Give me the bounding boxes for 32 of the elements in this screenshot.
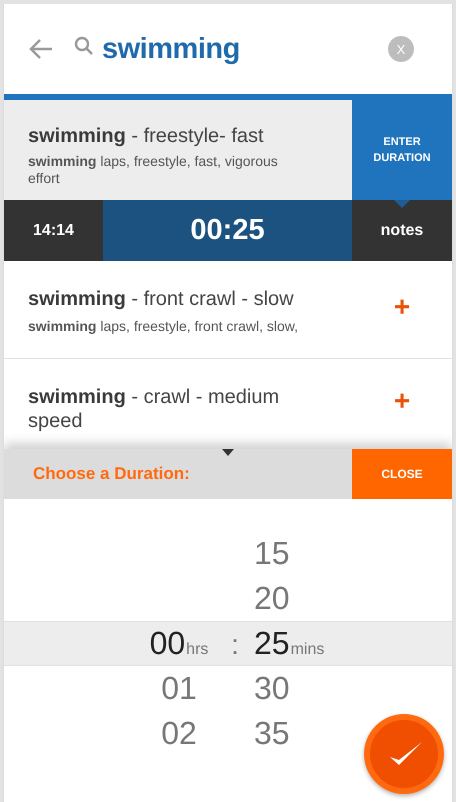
separator: :	[231, 629, 239, 660]
hour-option[interactable]: 01	[161, 670, 197, 706]
duration-display: 00:25	[103, 200, 352, 261]
search-icon	[74, 36, 94, 56]
hours-unit: hrs	[186, 641, 208, 658]
minute-option[interactable]: 25	[254, 625, 290, 661]
minute-option[interactable]: 15	[254, 535, 290, 571]
pointer-icon	[222, 449, 234, 456]
close-button[interactable]: CLOSE	[352, 449, 452, 499]
result-item[interactable]: swimming - crawl - medium speed +	[4, 359, 452, 449]
result-item[interactable]: swimming - front crawl - slow swimming laps, freestyle, front crawl, slow, +	[4, 261, 452, 359]
result-title: swimming - front crawl - slow	[28, 287, 295, 311]
enter-duration-button[interactable]: ENTER DURATION	[352, 100, 452, 200]
result-title: swimming - freestyle- fast	[28, 124, 265, 148]
hour-option[interactable]: 00	[150, 625, 186, 661]
back-arrow-icon[interactable]	[28, 38, 54, 60]
add-button[interactable]: +	[352, 261, 452, 358]
minute-option[interactable]: 30	[254, 670, 290, 706]
result-title: swimming - crawl - medium speed	[28, 385, 280, 433]
add-button[interactable]: +	[352, 359, 452, 449]
minutes-unit: mins	[290, 641, 324, 658]
minute-option[interactable]: 20	[254, 580, 290, 616]
picker-title: Choose a Duration:	[32, 463, 190, 485]
notes-button[interactable]: notes	[352, 200, 452, 261]
pointer-icon	[394, 200, 410, 208]
time-label: 14:14	[4, 200, 103, 261]
result-item[interactable]: swimming - freestyle- fast swimming laps, freestyle, fast, vigorous effort ENTER DURATION	[4, 100, 452, 200]
result-description: swimming laps, freestyle, front crawl, slow,	[28, 318, 299, 335]
minute-option[interactable]: 35	[254, 715, 290, 751]
search-query[interactable]: swimming	[102, 32, 240, 66]
hour-option[interactable]: 02	[161, 715, 197, 751]
result-description: swimming laps, freestyle, fast, vigorous effort	[28, 153, 279, 187]
